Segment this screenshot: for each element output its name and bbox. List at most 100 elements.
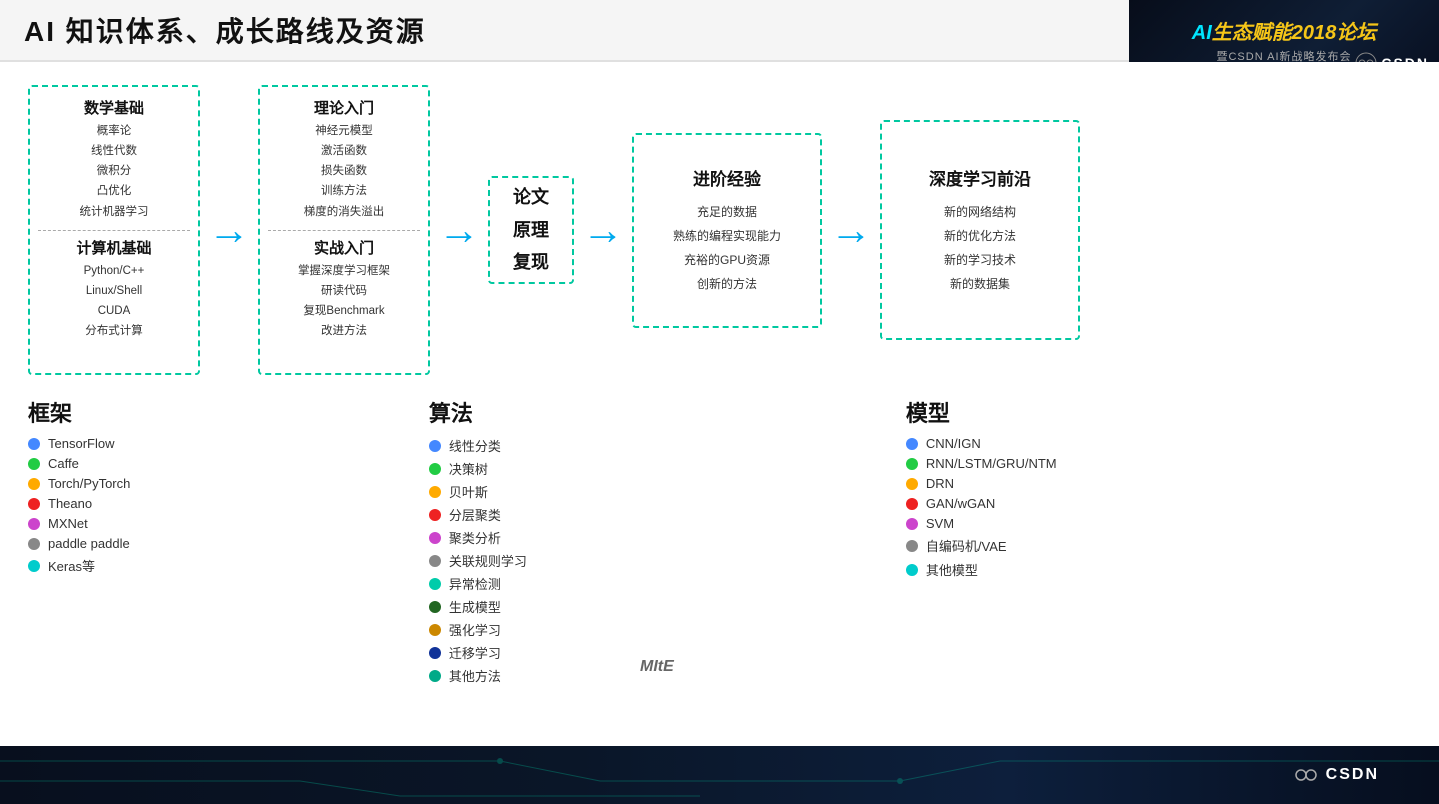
theory-item-4: 训练方法 bbox=[304, 181, 385, 201]
math-item-5: 统计机器学习 bbox=[80, 202, 149, 222]
list-item: RNN/LSTM/GRU/NTM bbox=[906, 456, 1401, 471]
logo-eco: 生态赋能 bbox=[1212, 16, 1292, 45]
theory-section: 理论入门 神经元模型 激活函数 损失函数 训练方法 梯度的消失溢出 bbox=[268, 97, 420, 224]
legend-frameworks: 框架 TensorFlow Caffe Torch/PyTorch Theano bbox=[28, 396, 419, 689]
comp-item-1: Python/C++ bbox=[84, 261, 145, 281]
list-item: TensorFlow bbox=[28, 436, 409, 451]
list-item: 聚类分析 bbox=[429, 528, 886, 547]
math-title: 数学基础 bbox=[84, 97, 144, 118]
math-item-4: 凸优化 bbox=[80, 181, 149, 201]
list-item: 分层聚类 bbox=[429, 505, 886, 524]
math-items: 概率论 线性代数 微积分 凸优化 统计机器学习 bbox=[80, 121, 149, 222]
dot bbox=[906, 458, 918, 470]
advanced-title: 进阶经验 bbox=[693, 165, 761, 190]
models-title: 模型 bbox=[906, 396, 1401, 428]
dot-purple bbox=[28, 518, 40, 530]
comp-item-3: CUDA bbox=[84, 301, 145, 321]
logo-ai: AI bbox=[1192, 22, 1212, 45]
dot bbox=[906, 540, 918, 552]
dot bbox=[429, 601, 441, 613]
dot bbox=[429, 486, 441, 498]
csdn-bottom-text: CSDN bbox=[1326, 766, 1379, 784]
adv-item-2: 熟练的编程实现能力 bbox=[673, 224, 781, 248]
theory-item-2: 激活函数 bbox=[304, 141, 385, 161]
box-advanced: 进阶经验 充足的数据 熟练的编程实现能力 充裕的GPU资源 创新的方法 bbox=[632, 133, 822, 328]
list-item: 决策树 bbox=[429, 459, 886, 478]
dot bbox=[429, 532, 441, 544]
list-item: 线性分类 bbox=[429, 436, 886, 455]
dot bbox=[906, 498, 918, 510]
theory-item-3: 损失函数 bbox=[304, 161, 385, 181]
csdn-bottom-icon bbox=[1292, 761, 1320, 789]
practice-item-2: 研读代码 bbox=[298, 281, 390, 301]
practice-item-4: 改进方法 bbox=[298, 321, 390, 341]
dot bbox=[429, 463, 441, 475]
dot bbox=[906, 478, 918, 490]
box-theory-practice: 理论入门 神经元模型 激活函数 损失函数 训练方法 梯度的消失溢出 实战入门 掌… bbox=[258, 85, 430, 375]
computer-section: 计算机基础 Python/C++ Linux/Shell CUDA 分布式计算 bbox=[38, 237, 190, 364]
comp-item-2: Linux/Shell bbox=[84, 281, 145, 301]
box-math-computer: 数学基础 概率论 线性代数 微积分 凸优化 统计机器学习 计算机基础 Pytho… bbox=[28, 85, 200, 375]
legend-models: 模型 CNN/IGN RNN/LSTM/GRU/NTM DRN GAN/wGAN… bbox=[896, 396, 1411, 689]
practice-title: 实战入门 bbox=[314, 237, 374, 258]
logo-main-text: AI 生态赋能 2018 论坛 bbox=[1192, 16, 1377, 45]
adv-item-4: 创新的方法 bbox=[673, 272, 781, 296]
list-item: 生成模型 bbox=[429, 597, 886, 616]
comp-item-4: 分布式计算 bbox=[84, 321, 145, 341]
list-item: 贝叶斯 bbox=[429, 482, 886, 501]
deep-item-4: 新的数据集 bbox=[944, 272, 1016, 296]
dot bbox=[429, 647, 441, 659]
circuit-decoration bbox=[0, 746, 1439, 804]
box-divider bbox=[38, 230, 190, 231]
list-item: 强化学习 bbox=[429, 620, 886, 639]
list-item: 其他模型 bbox=[906, 560, 1401, 579]
theory-item-1: 神经元模型 bbox=[304, 121, 385, 141]
dot bbox=[906, 564, 918, 576]
algorithms-title: 算法 bbox=[429, 396, 886, 428]
list-item: GAN/wGAN bbox=[906, 496, 1401, 511]
theory-items: 神经元模型 激活函数 损失函数 训练方法 梯度的消失溢出 bbox=[304, 121, 385, 222]
practice-item-3: 复现Benchmark bbox=[298, 301, 390, 321]
computer-title: 计算机基础 bbox=[76, 237, 151, 258]
arrow-3: → bbox=[582, 209, 624, 251]
list-item: Keras等 bbox=[28, 556, 409, 575]
computer-items: Python/C++ Linux/Shell CUDA 分布式计算 bbox=[84, 261, 145, 342]
dot-gray bbox=[28, 538, 40, 550]
theory-title: 理论入门 bbox=[314, 97, 374, 118]
box-divider-2 bbox=[268, 230, 420, 231]
models-list: CNN/IGN RNN/LSTM/GRU/NTM DRN GAN/wGAN SV… bbox=[906, 436, 1401, 579]
list-item: MXNet bbox=[28, 516, 409, 531]
math-item-2: 线性代数 bbox=[80, 141, 149, 161]
adv-item-1: 充足的数据 bbox=[673, 200, 781, 224]
bottom-strip: CSDN bbox=[0, 746, 1439, 804]
dot-teal bbox=[28, 560, 40, 572]
frameworks-title: 框架 bbox=[28, 396, 409, 428]
list-item: 异常检测 bbox=[429, 574, 886, 593]
list-item: 关联规则学习 bbox=[429, 551, 886, 570]
deep-items: 新的网络结构 新的优化方法 新的学习技术 新的数据集 bbox=[944, 200, 1016, 296]
math-section: 数学基础 概率论 线性代数 微积分 凸优化 统计机器学习 bbox=[38, 97, 190, 224]
deep-item-1: 新的网络结构 bbox=[944, 200, 1016, 224]
theory-item-5: 梯度的消失溢出 bbox=[304, 202, 385, 222]
page-title: AI 知识体系、成长路线及资源 bbox=[24, 10, 426, 50]
legend-algorithms: 算法 线性分类 决策树 贝叶斯 分层聚类 聚类分析 关联规则学习 异常检测 生成… bbox=[419, 396, 896, 689]
list-item: Torch/PyTorch bbox=[28, 476, 409, 491]
dot-orange bbox=[28, 478, 40, 490]
mit-label: MItE bbox=[640, 658, 674, 676]
dot-red bbox=[28, 498, 40, 510]
logo-forum: 论坛 bbox=[1336, 16, 1376, 45]
math-item-3: 微积分 bbox=[80, 161, 149, 181]
practice-section: 实战入门 掌握深度学习框架 研读代码 复现Benchmark 改进方法 bbox=[268, 237, 420, 364]
adv-item-3: 充裕的GPU资源 bbox=[673, 248, 781, 272]
paper-text: 论文 原理 复现 bbox=[513, 181, 549, 278]
list-item: CNN/IGN bbox=[906, 436, 1401, 451]
dot bbox=[429, 624, 441, 636]
box-deeplearning: 深度学习前沿 新的网络结构 新的优化方法 新的学习技术 新的数据集 bbox=[880, 120, 1080, 340]
logo-year: 2018 bbox=[1292, 22, 1337, 45]
dot-blue bbox=[28, 438, 40, 450]
list-item: Caffe bbox=[28, 456, 409, 471]
deep-item-3: 新的学习技术 bbox=[944, 248, 1016, 272]
practice-items: 掌握深度学习框架 研读代码 复现Benchmark 改进方法 bbox=[298, 261, 390, 342]
list-item: SVM bbox=[906, 516, 1401, 531]
dot bbox=[906, 518, 918, 530]
